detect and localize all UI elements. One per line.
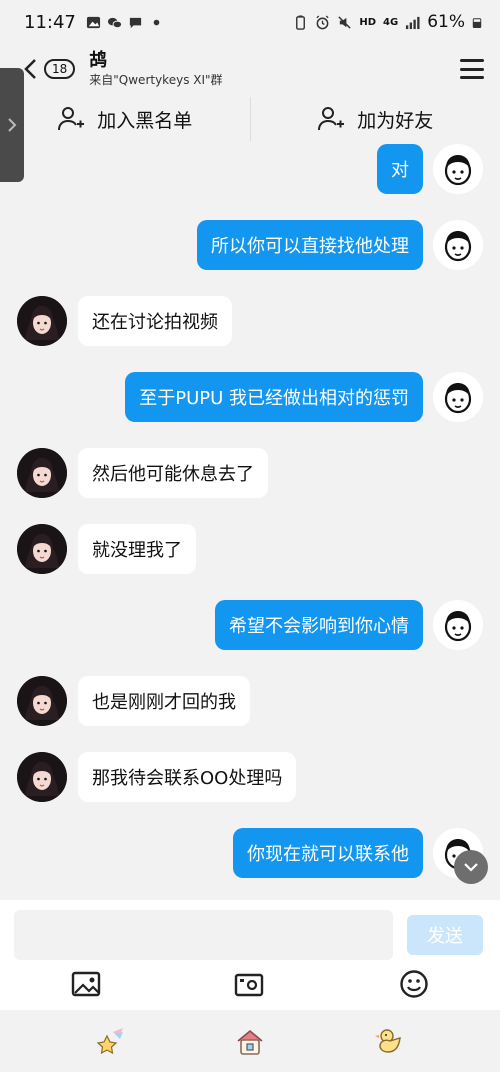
status-time: 11:47 [24,11,76,33]
duck-icon[interactable] [374,1026,406,1058]
hd-indicator: HD [359,16,377,28]
sender-avatar[interactable] [17,448,67,498]
mute-icon [338,15,352,29]
chevron-right-icon [8,118,17,132]
emoji-button[interactable] [396,966,432,1002]
incoming-message: 就没理我了 [17,524,196,574]
my-avatar[interactable] [433,144,483,194]
alarm-icon [316,14,329,29]
chat-bubble-icon [129,17,141,28]
add-friend-label: 加为好友 [357,109,434,132]
message-bubble[interactable]: 希望不会影响到你心情 [215,600,423,650]
blacklist-button[interactable]: 加入黑名单 [0,96,250,142]
camera-button[interactable] [231,966,267,1002]
my-avatar[interactable] [433,372,483,422]
scroll-to-bottom-button[interactable] [454,850,488,884]
battery-icon [472,17,482,28]
user-block-icon [58,107,85,131]
status-bar: 11:47 HD 4G 61% [0,0,500,44]
chat-header: 18 鸪 来自"Qwertykeys XI"群 [0,44,500,94]
menu-icon-bar [460,76,484,79]
send-button[interactable]: 发送 [407,915,483,955]
outgoing-message: 对 [377,144,483,194]
menu-icon-bar [460,67,484,71]
input-area: 发送 [0,900,500,1010]
sender-avatar[interactable] [17,752,67,802]
dot-icon [153,19,160,25]
sender-avatar[interactable] [17,524,67,574]
bottom-dock [0,1010,500,1072]
side-panel-handle[interactable] [0,68,24,182]
incoming-message: 还在讨论拍视频 [17,296,232,346]
outgoing-message: 至于PUPU 我已经做出相对的惩罚 [125,372,483,422]
chat-subtitle: 来自"Qwertykeys XI"群 [89,73,223,87]
add-user-icon [318,107,345,131]
message-bubble[interactable]: 你现在就可以联系他 [233,828,423,878]
message-bubble[interactable]: 就没理我了 [78,524,196,574]
unread-count-badge: 18 [44,59,76,79]
notification-icons [86,15,164,30]
sender-avatar[interactable] [17,676,67,726]
blacklist-label: 加入黑名单 [97,109,193,132]
action-row: 加入黑名单 加为好友 [0,96,500,142]
my-avatar[interactable] [433,600,483,650]
message-bubble[interactable]: 对 [377,144,423,194]
image-icon [71,971,101,997]
menu-icon-bar [460,59,484,62]
message-bubble[interactable]: 那我待会联系OO处理吗 [78,752,297,802]
add-friend-button[interactable]: 加为好友 [251,96,500,142]
outgoing-message: 希望不会影响到你心情 [215,600,483,650]
title-block: 鸪 来自"Qwertykeys XI"群 [89,50,222,88]
battery-percent: 61% [427,12,465,32]
chat-title: 鸪 [89,50,108,71]
outgoing-message: 所以你可以直接找他处理 [197,220,483,270]
message-input[interactable] [14,910,393,960]
chevron-down-icon [464,863,478,872]
outgoing-message: 你现在就可以联系他 [233,828,483,878]
incoming-message: 也是刚刚才回的我 [17,676,250,726]
shooting-star-icon[interactable] [95,1026,127,1058]
message-bubble[interactable]: 所以你可以直接找他处理 [197,220,423,270]
signal-icon [406,16,420,29]
message-bubble[interactable]: 还在讨论拍视频 [78,296,232,346]
wechat-icon [107,17,122,28]
chevron-left-icon [24,59,36,79]
message-bubble[interactable]: 然后他可能休息去了 [78,448,268,498]
message-bubble[interactable]: 也是刚刚才回的我 [78,676,250,726]
system-icons: HD 4G 61% [293,12,482,32]
menu-button[interactable] [460,59,484,79]
camera-icon [234,973,264,997]
message-bubble[interactable]: 至于PUPU 我已经做出相对的惩罚 [125,372,423,422]
my-avatar[interactable] [433,220,483,270]
incoming-message: 然后他可能休息去了 [17,448,268,498]
battery-saver-icon [296,14,306,30]
emoji-icon [400,970,428,998]
gallery-icon [86,16,100,28]
sender-avatar[interactable] [17,296,67,346]
network-4g-indicator: 4G [383,16,399,28]
incoming-message: 那我待会联系OO处理吗 [17,752,297,802]
home-icon[interactable] [234,1026,266,1058]
image-button[interactable] [68,966,104,1002]
